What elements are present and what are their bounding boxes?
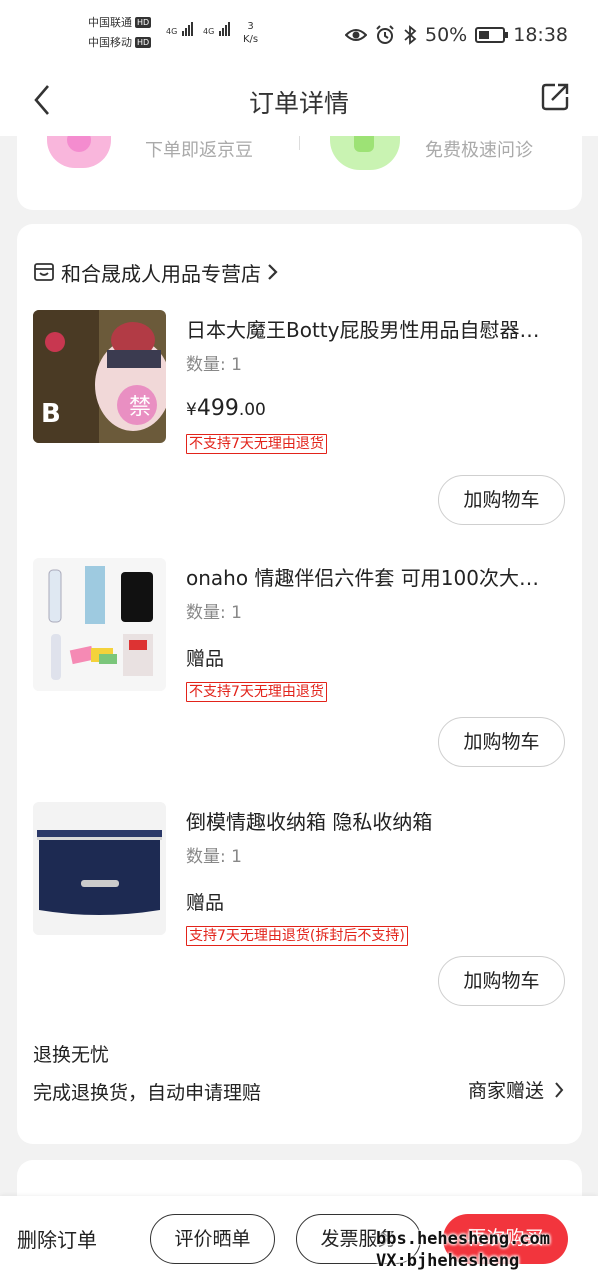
- chevron-right-icon: [555, 1081, 564, 1098]
- add-to-cart-button[interactable]: 加购物车: [438, 956, 565, 1006]
- product-title[interactable]: 日本大魔王Botty屁股男性用品自慰器…: [186, 314, 566, 343]
- guarantee-description: 完成退换货，自动申请理赔: [33, 1082, 262, 1104]
- alarm-icon: [376, 25, 394, 44]
- signal-2-icon: 4G: [203, 22, 231, 36]
- nav-header: 订单详情: [0, 68, 598, 136]
- promo-divider: [299, 136, 300, 150]
- product-item: onaho 情趣伴侣六件套 可用100次大… 数量: 1 赠品 不支持7天无理由…: [17, 558, 582, 768]
- bluetooth-icon: [404, 25, 417, 45]
- promo-item-1[interactable]: 下单即返京豆: [145, 136, 253, 162]
- consult-icon: [330, 136, 400, 170]
- return-policy-tag: 支持7天无理由退货(拆封后不支持): [186, 926, 408, 946]
- carrier-1: 中国联通 HD: [88, 16, 152, 30]
- product-quantity: 数量: 1: [186, 355, 242, 375]
- eye-icon: [345, 29, 367, 41]
- product-quantity: 数量: 1: [186, 847, 242, 867]
- order-card: 和合晟成人用品专营店 B 禁 日本大魔王Botty屁股男性用品自慰器… 数量: …: [17, 224, 582, 1144]
- jingdou-icon: [47, 136, 111, 168]
- hd-badge: HD: [135, 37, 152, 48]
- product-price: ¥499.00: [186, 396, 266, 421]
- speed-value: 3: [247, 21, 254, 32]
- gift-label: 赠品: [186, 648, 225, 670]
- chevron-right-icon: [268, 264, 278, 280]
- clock: 18:38: [513, 24, 568, 46]
- svg-text:B: B: [41, 399, 61, 429]
- status-right: 50% 18:38: [345, 22, 568, 48]
- network-type-1: 4G: [166, 27, 178, 36]
- add-to-cart-button[interactable]: 加购物车: [438, 717, 565, 767]
- share-icon: [541, 83, 569, 111]
- return-policy-tag: 不支持7天无理由退货: [186, 434, 327, 454]
- promo-item-2[interactable]: 免费极速问诊: [425, 136, 533, 162]
- add-to-cart-button[interactable]: 加购物车: [438, 475, 565, 525]
- product-item: B 禁 日本大魔王Botty屁股男性用品自慰器… 数量: 1 ¥499.00 不…: [17, 310, 582, 525]
- hd-badge: HD: [135, 17, 152, 28]
- status-bar: 中国联通 HD 中国移动 HD 4G 4G 3 K/s 50% 18:38: [0, 0, 598, 68]
- product-image-art: B 禁: [33, 310, 166, 443]
- battery-percent: 50%: [425, 24, 468, 46]
- product-image[interactable]: [33, 802, 166, 935]
- price-integer: 499: [196, 396, 239, 421]
- product-item: 倒模情趣收纳箱 隐私收纳箱 数量: 1 赠品 支持7天无理由退货(拆封后不支持)…: [17, 802, 582, 1012]
- signal-1-icon: 4G: [166, 22, 194, 36]
- product-title[interactable]: onaho 情趣伴侣六件套 可用100次大…: [186, 562, 566, 591]
- product-image[interactable]: [33, 558, 166, 691]
- speed-unit: K/s: [243, 34, 259, 45]
- carrier-2-name: 中国移动: [88, 36, 132, 49]
- gift-label: 赠品: [186, 892, 225, 914]
- svg-text:禁: 禁: [129, 395, 151, 420]
- store-link[interactable]: 和合晟成人用品专营店: [33, 258, 279, 286]
- store-icon: [34, 263, 54, 281]
- product-image[interactable]: B 禁: [33, 310, 166, 443]
- product-image-art: [33, 802, 166, 935]
- review-button[interactable]: 评价晒单: [150, 1214, 275, 1264]
- delete-order-button[interactable]: 删除订单: [17, 1224, 97, 1253]
- merchant-gift-link[interactable]: 商家赠送: [468, 1076, 564, 1103]
- share-button[interactable]: [538, 80, 572, 114]
- store-name: 和合晟成人用品专营店: [61, 261, 261, 286]
- watermark-line-2: VX:bjhehesheng: [376, 1251, 520, 1271]
- promo-card: 下单即返京豆 免费极速问诊: [17, 136, 582, 210]
- page-title: 订单详情: [248, 89, 349, 118]
- network-type-2: 4G: [203, 27, 215, 36]
- product-image-art: [33, 558, 166, 691]
- merchant-gift-label: 商家赠送: [467, 1080, 544, 1102]
- carrier-1-name: 中国联通: [88, 16, 132, 29]
- watermark-line-1: bbs.hehesheng.com: [376, 1229, 550, 1249]
- carrier-2: 中国移动 HD: [88, 36, 152, 50]
- guarantee-title: 退换无忧: [33, 1044, 110, 1066]
- product-quantity: 数量: 1: [186, 603, 242, 623]
- network-speed: 3 K/s: [243, 20, 258, 46]
- price-currency: ¥: [186, 400, 197, 420]
- watermark: bbs.hehesheng.com VX:bjhehesheng: [376, 1228, 550, 1272]
- battery-icon: [475, 27, 509, 43]
- product-title[interactable]: 倒模情趣收纳箱 隐私收纳箱: [186, 806, 566, 835]
- return-policy-tag: 不支持7天无理由退货: [186, 682, 327, 702]
- price-decimal: .00: [238, 400, 266, 420]
